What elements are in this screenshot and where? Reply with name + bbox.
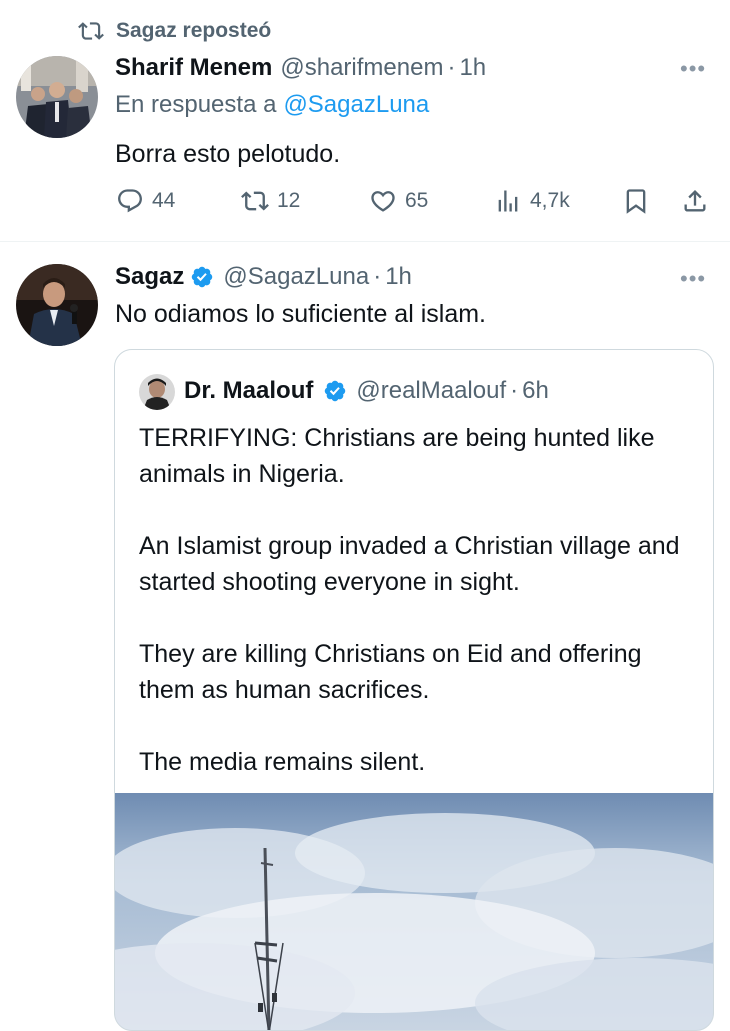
like-count: 65 xyxy=(405,189,429,212)
avatar-sagaz[interactable] xyxy=(16,264,98,346)
timestamp: 6h xyxy=(522,377,549,404)
like-button[interactable]: 65 xyxy=(369,186,428,216)
share-icon xyxy=(684,190,706,212)
bookmark-button[interactable] xyxy=(622,186,658,216)
heart-icon xyxy=(371,191,395,212)
separator-dot: · xyxy=(447,54,456,81)
separator-dot: · xyxy=(510,377,519,404)
repost-icon xyxy=(241,191,269,211)
media-thumbnail xyxy=(115,793,713,1030)
author-name: Dr. Maalouf xyxy=(184,377,314,404)
reply-icon xyxy=(118,189,142,213)
bookmark-icon xyxy=(626,189,646,214)
verified-badge-icon xyxy=(323,379,347,403)
reply-prefix: En respuesta a xyxy=(115,91,277,118)
tweet-text: No odiamos lo suficiente al islam. xyxy=(115,300,486,328)
timestamp[interactable]: 1h xyxy=(385,263,412,291)
author-name[interactable]: Sharif Menem xyxy=(115,54,272,82)
tweet-text: Borra esto pelotudo. xyxy=(115,140,341,168)
reply-context: En respuesta a @SagazLuna xyxy=(115,89,429,121)
avatar-sharif-menem[interactable] xyxy=(16,56,98,138)
reply-tweet-header: Sharif Menem @sharifmenem · 1h xyxy=(115,52,486,84)
analytics-icon xyxy=(498,190,518,212)
quoted-tweet-header: Dr. Maalouf @realMaalouf · 6h xyxy=(184,374,549,408)
author-handle: @realMaalouf xyxy=(356,377,507,404)
quoted-tweet-text: TERRIFYING: Christians are being hunted … xyxy=(139,424,680,776)
author-handle[interactable]: @SagazLuna xyxy=(223,263,369,291)
share-button[interactable] xyxy=(681,186,717,216)
avatar-dr-maalouf xyxy=(139,374,175,410)
repost-count: 12 xyxy=(277,189,301,212)
repost-label: Sagaz reposteó xyxy=(116,19,272,42)
views-button[interactable]: 4,7k xyxy=(494,186,570,216)
tweet-divider xyxy=(0,241,730,242)
quoted-tweet-card[interactable]: Dr. Maalouf @realMaalouf · 6h TERRIFYING… xyxy=(114,349,714,1031)
repost-icon xyxy=(78,22,104,40)
repost-button[interactable]: 12 xyxy=(241,186,300,216)
quoted-tweet-video[interactable] xyxy=(115,793,713,1030)
timestamp[interactable]: 1h xyxy=(459,54,486,82)
separator-dot: · xyxy=(373,263,382,290)
verified-badge-icon xyxy=(190,265,214,289)
reply-count: 44 xyxy=(152,189,176,212)
more-options-icon[interactable]: ••• xyxy=(680,266,706,292)
view-count: 4,7k xyxy=(530,189,570,212)
more-options-icon[interactable]: ••• xyxy=(680,56,706,82)
reply-handle-link[interactable]: @SagazLuna xyxy=(283,91,429,119)
main-tweet-header: Sagaz @SagazLuna · 1h xyxy=(115,260,412,294)
author-handle[interactable]: @sharifmenem xyxy=(280,54,443,82)
author-name[interactable]: Sagaz xyxy=(115,263,184,291)
reply-button[interactable]: 44 xyxy=(116,186,175,216)
repost-indicator: Sagaz reposteó xyxy=(78,16,271,46)
